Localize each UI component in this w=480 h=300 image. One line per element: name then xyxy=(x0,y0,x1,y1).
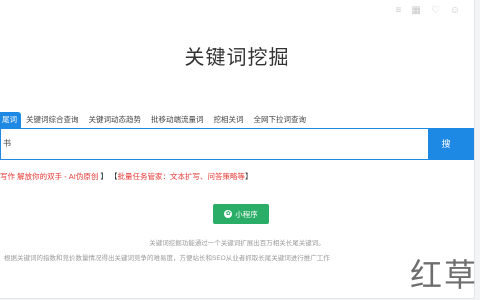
main-card: ≡ ▦ ♡ ☺ 关键词挖掘 尾词 关键词综合查询 关键词动态趋势 批移动端流量词… xyxy=(0,0,475,299)
user-icon[interactable]: ☺ xyxy=(450,6,460,16)
search-button[interactable]: 搜 索 xyxy=(428,128,474,181)
promo-end: 】 xyxy=(245,172,253,181)
tab-keyword-trend[interactable]: 关键词动态趋势 xyxy=(84,112,147,128)
search-input[interactable]: 书 xyxy=(0,128,428,160)
description-line-1: 关键词挖掘功能通过一个关键词扩展出百万相关长尾关键词。 xyxy=(149,240,325,247)
watermark: 红草 xyxy=(409,256,478,294)
heart-icon[interactable]: ♡ xyxy=(431,6,440,16)
promo-separator: 】 【 xyxy=(98,172,118,181)
tab-related-words[interactable]: 挖相关词 xyxy=(209,112,249,128)
top-icons: ≡ ▦ ♡ ☺ xyxy=(396,6,460,16)
promo-link-task-manager[interactable]: 批量任务管家：文本扩写、问答策略等 xyxy=(118,172,246,181)
mini-program-icon: ✿ xyxy=(224,210,233,218)
promo-links: 写作 解放你的双手 - AI伪原创 】 【批量任务管家：文本扩写、问答策略等】 xyxy=(0,171,253,182)
menu-icon[interactable]: ≡ xyxy=(396,6,402,16)
tab-long-tail[interactable]: 尾词 xyxy=(0,112,21,128)
grid-icon[interactable]: ▦ xyxy=(411,6,420,16)
promo-link-ai-writing[interactable]: 写作 解放你的双手 - AI伪原创 xyxy=(0,172,98,181)
description-line-2: 根据关键词的指数和竞价数量情况得出关键词竞争的难易度，方便站长和SEO从业者抓取… xyxy=(4,255,330,262)
tab-mobile-traffic[interactable]: 批移动端流量词 xyxy=(146,112,209,128)
mini-program-button[interactable]: ✿ 小程序 xyxy=(213,204,269,224)
search-row: 书 搜 索 xyxy=(0,128,474,181)
mini-program-label: 小程序 xyxy=(235,209,258,219)
tab-bar: 尾词 关键词综合查询 关键词动态趋势 批移动端流量词 挖相关词 全网下拉词查询 xyxy=(0,110,311,128)
tab-keyword-query[interactable]: 关键词综合查询 xyxy=(21,112,84,128)
tab-dropdown-query[interactable]: 全网下拉词查询 xyxy=(249,112,312,128)
page-title: 关键词挖掘 xyxy=(184,47,290,69)
